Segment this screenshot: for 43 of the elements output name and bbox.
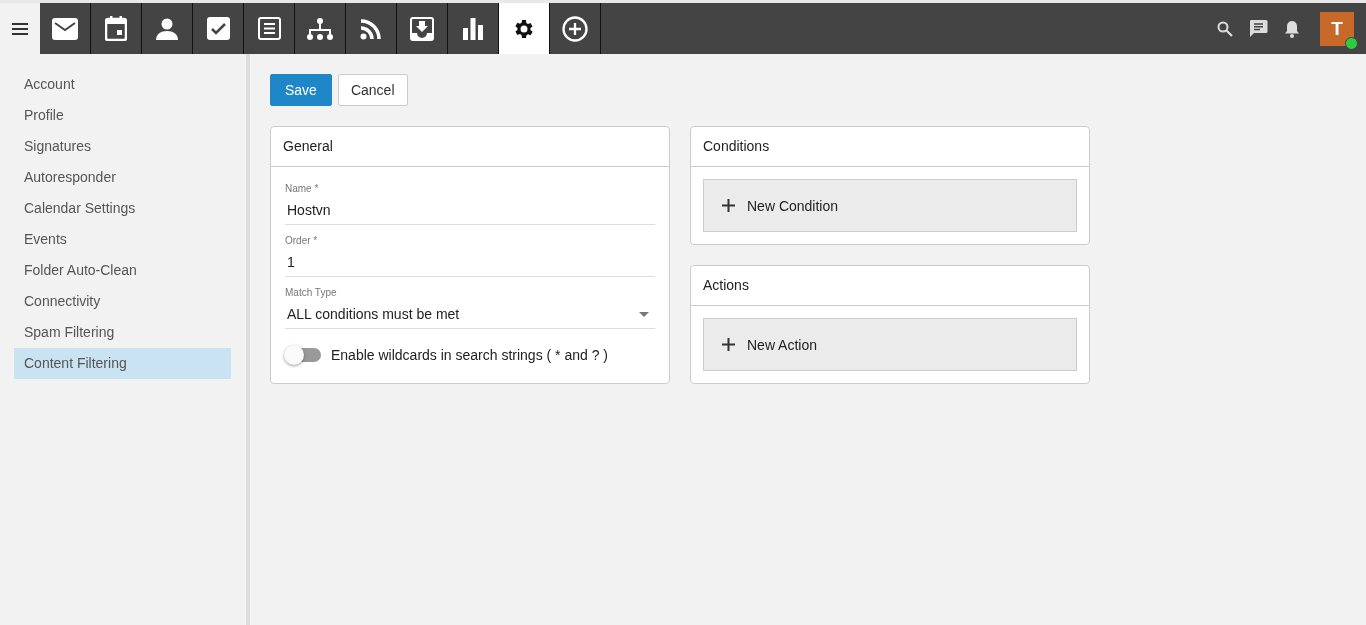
menu-button[interactable] <box>0 3 40 54</box>
match-type-dropdown[interactable]: Match Type ALL conditions must be met <box>285 285 655 329</box>
plus-icon <box>722 338 735 351</box>
sidebar-item[interactable]: Connectivity <box>14 286 231 317</box>
app-tab[interactable] <box>499 3 550 54</box>
field-label: Name * <box>285 182 320 194</box>
sidebar-item[interactable]: Events <box>14 224 231 255</box>
new-condition-button[interactable]: New Condition <box>703 179 1077 232</box>
checkbox-icon <box>206 17 230 40</box>
sidebar-item[interactable]: Autoresponder <box>14 162 231 193</box>
envelope-icon <box>52 17 78 40</box>
plus-icon <box>722 199 735 212</box>
sidebar-item[interactable]: Content Filtering <box>14 348 231 379</box>
card-title: Actions <box>691 266 1089 306</box>
field-label: Order * <box>285 234 319 246</box>
text-field[interactable]: 1 <box>285 246 655 277</box>
bell-icon[interactable] <box>1284 19 1300 38</box>
sidebar-item[interactable]: Calendar Settings <box>14 193 231 224</box>
new-action-button[interactable]: New Action <box>703 318 1077 371</box>
chat-icon[interactable] <box>1249 19 1268 38</box>
add-circle-icon <box>562 15 588 42</box>
search-icon[interactable] <box>1217 20 1233 37</box>
sidebar-item[interactable]: Signatures <box>14 131 231 162</box>
save-button[interactable]: Save <box>270 74 332 106</box>
hierarchy-icon <box>307 17 333 40</box>
card-title: Conditions <box>691 127 1089 167</box>
wildcards-toggle[interactable] <box>287 348 321 362</box>
document-icon <box>257 17 281 40</box>
rss-icon <box>360 17 382 40</box>
card-title: General <box>271 127 669 167</box>
dropdown-caret-icon <box>639 311 649 317</box>
calendar-icon <box>105 16 127 41</box>
sidebar-item[interactable]: Folder Auto-Clean <box>14 255 231 286</box>
person-icon <box>156 17 178 40</box>
sidebar-item[interactable]: Spam Filtering <box>14 317 231 348</box>
text-field[interactable]: Hostvn <box>285 194 655 225</box>
bar-chart-icon <box>463 17 483 40</box>
toggle-label: Enable wildcards in search strings ( * and ? ) <box>331 347 609 363</box>
menu-icon <box>12 22 28 35</box>
sidebar-item[interactable]: Profile <box>14 100 231 131</box>
sidebar-item[interactable]: Account <box>14 69 231 100</box>
cancel-button[interactable]: Cancel <box>337 74 408 106</box>
inbox-download-icon <box>410 16 434 41</box>
